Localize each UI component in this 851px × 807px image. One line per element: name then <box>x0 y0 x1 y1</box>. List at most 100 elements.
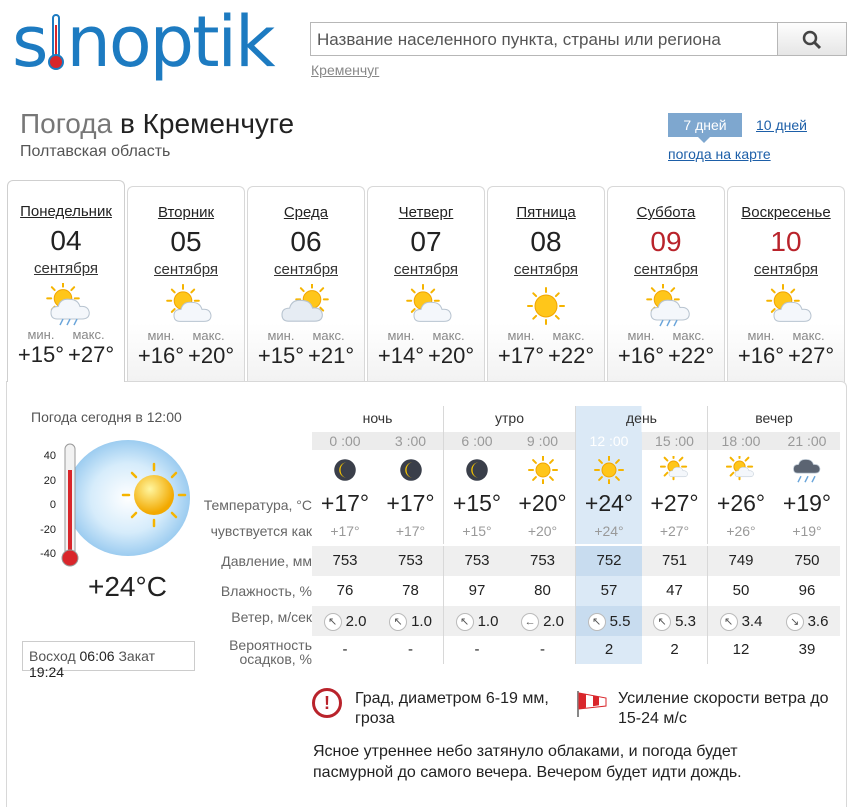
wind-direction-icon: ← <box>521 613 540 631</box>
day-tab-1[interactable]: Вторник 05 сентября мин. макс. +16° +20° <box>127 186 245 382</box>
max-label: макс. <box>72 327 105 342</box>
wind-cell: ↖ 1.0 <box>378 606 444 636</box>
wind-speed: 1.0 <box>477 613 499 630</box>
precip-value: - <box>510 636 576 664</box>
day-tab-6[interactable]: Воскресенье 10 сентября мин. макс. +16° +2… <box>727 186 845 382</box>
humidity-value: 96 <box>798 582 816 599</box>
search-input[interactable]: Название населенного пункта, страны или … <box>310 22 778 56</box>
feels-like-value: +24° <box>576 518 642 544</box>
humidity-value: 80 <box>510 576 576 606</box>
city-name: в Кременчуге <box>119 108 295 139</box>
feels-like-value: +17° <box>378 518 444 544</box>
temperature-value: +27° <box>642 490 708 518</box>
day-date: 10 <box>770 226 802 257</box>
day-month: сентября <box>33 260 98 277</box>
temperature-value: +17° <box>378 490 444 518</box>
day-name[interactable]: Суббота <box>608 204 724 221</box>
precip-value: 2 <box>642 636 708 664</box>
max-temp: +22° <box>668 343 715 368</box>
time-slot[interactable]: 18 :00 <box>708 432 774 450</box>
day-tab-2[interactable]: Среда 06 сентября мин. макс. +15° +21° <box>247 186 365 382</box>
search-button[interactable] <box>777 22 847 56</box>
moon-cloud-icon <box>312 450 378 490</box>
wind-direction-icon: ↖ <box>389 613 408 631</box>
time-slot[interactable]: 12 :00 <box>576 432 642 450</box>
feels-like-value: +15° <box>462 523 492 539</box>
recent-city-link[interactable]: Кременчуг <box>311 62 379 78</box>
time-slot[interactable]: 21 :00 <box>774 432 840 450</box>
wind-alert: Усиление скорости ветра до 15-24 м/с <box>618 690 829 727</box>
moon-cloud-icon <box>444 450 510 490</box>
max-label: макс. <box>312 328 345 343</box>
hail-alert: Град, диаметром 6-19 мм, гроза <box>355 690 549 727</box>
search-icon <box>802 30 822 50</box>
day-name[interactable]: Понедельник <box>8 203 124 220</box>
pressure-value: 750 <box>774 546 840 576</box>
cloud-rain-icon <box>774 450 840 490</box>
period-label: утро <box>444 406 576 432</box>
precip-value: 39 <box>798 641 816 658</box>
humidity-value: 76 <box>336 582 354 599</box>
day-name[interactable]: Четверг <box>368 204 484 221</box>
site-logo[interactable]: s noptik <box>12 2 276 82</box>
precip-value: - <box>342 641 348 658</box>
warning-icon: ! <box>312 688 342 718</box>
row-label: Ветер, м/сек <box>231 609 312 625</box>
temperature-value: +24° <box>576 490 642 518</box>
day-tab-4[interactable]: Пятница 08 сентября мин. макс. +17° +22° <box>487 186 605 382</box>
day-month: сентября <box>633 261 698 278</box>
day-name[interactable]: Вторник <box>128 204 244 221</box>
day-tab-5[interactable]: Суббота 09 сентября мин. макс. +16° +22° <box>607 186 725 382</box>
humidity-value: 50 <box>732 582 750 599</box>
time-slot[interactable]: 3 :00 <box>378 432 444 450</box>
row-label: Вероятность осадков, % <box>229 637 312 667</box>
wind-speed: 5.5 <box>609 613 631 630</box>
pressure-value: 749 <box>708 546 774 576</box>
feels-like-value: +27° <box>642 518 708 544</box>
day-month: сентября <box>393 261 458 278</box>
sun-cloud-rain-icon <box>36 281 96 327</box>
time-slot[interactable]: 6 :00 <box>444 432 510 450</box>
day-month: сентября <box>153 261 218 278</box>
feels-like-value: +17° <box>330 523 360 539</box>
time-slot[interactable]: 15 :00 <box>642 432 708 450</box>
sun-cloud-icon <box>756 283 816 328</box>
max-temp: +20° <box>428 343 475 368</box>
wind-speed: 3.4 <box>741 613 763 630</box>
sun-cloud-icon <box>396 283 456 328</box>
min-label: мин. <box>147 328 175 343</box>
day-month: сентября <box>273 261 338 278</box>
wind-cell: ↘ 3.6 <box>774 606 840 636</box>
sunrise-time: 06:06 <box>79 648 115 664</box>
min-temp: +15° <box>17 342 64 367</box>
day-month: сентября <box>753 261 818 278</box>
temperature-value: +26° <box>716 490 766 516</box>
wind-cell: ↖ 5.5 <box>576 606 642 636</box>
wind-direction-icon: ↖ <box>455 613 474 631</box>
min-label: мин. <box>387 328 415 343</box>
feels-like-value: +26° <box>726 523 756 539</box>
pressure-value: 753 <box>312 546 378 576</box>
row-label: Температура, °C <box>203 497 312 513</box>
day-date: 05 <box>170 226 202 257</box>
day-name[interactable]: Среда <box>248 204 364 221</box>
moon-cloud-icon <box>378 450 444 490</box>
feels-like-value: +20° <box>510 518 576 544</box>
day-name[interactable]: Пятница <box>488 204 604 221</box>
sun-icon <box>516 284 576 328</box>
humidity-value: 78 <box>378 576 444 606</box>
wind-direction-icon: ↖ <box>719 613 738 631</box>
time-slot[interactable]: 9 :00 <box>510 432 576 450</box>
min-label: мин. <box>627 328 655 343</box>
tab-10-days[interactable]: 10 дней <box>756 117 807 133</box>
current-temperature: +24°C <box>88 571 167 602</box>
time-slot[interactable]: 0 :00 <box>312 432 378 450</box>
map-link[interactable]: погода на карте <box>668 146 771 162</box>
day-tab-0[interactable]: Понедельник 04 сентября мин. макс. +15° +2… <box>7 180 125 382</box>
day-name[interactable]: Воскресенье <box>728 204 844 221</box>
day-tab-3[interactable]: Четверг 07 сентября мин. макс. +14° +20° <box>367 186 485 382</box>
wind-direction-icon: ↘ <box>785 613 804 631</box>
tab-7-days[interactable]: 7 дней <box>668 113 742 143</box>
day-date: 08 <box>530 226 562 257</box>
row-label: чувствуется как <box>210 523 312 539</box>
